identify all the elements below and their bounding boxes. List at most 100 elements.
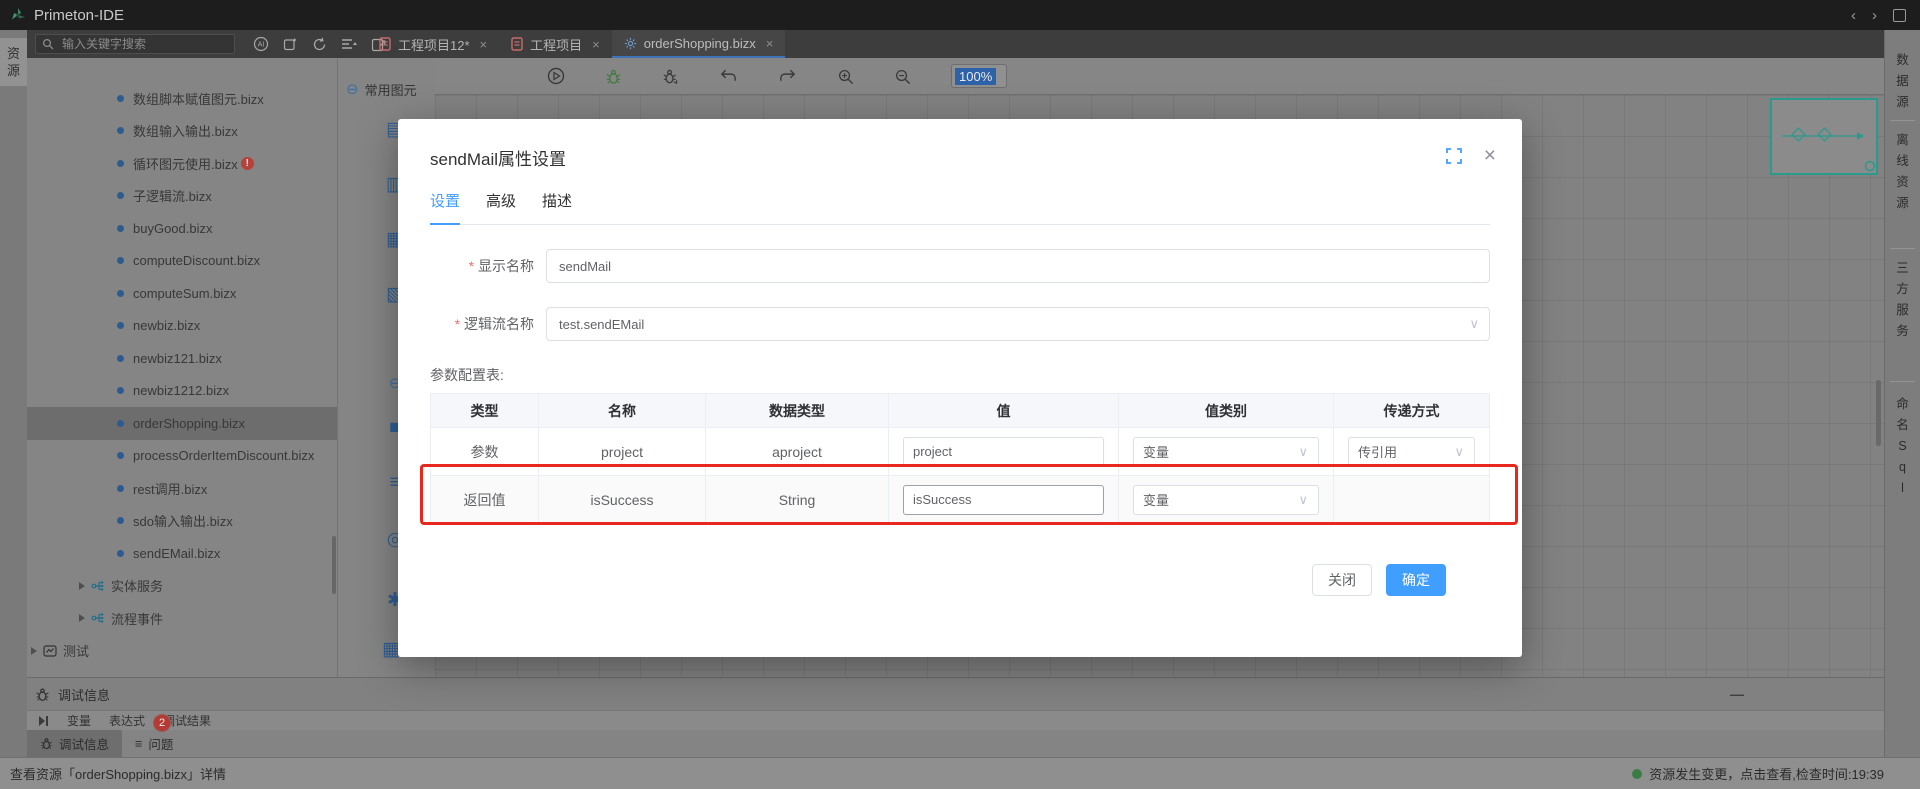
status-right[interactable]: 资源发生变更，点击查看,检查时间:19:39 bbox=[1632, 764, 1884, 783]
display-name-label: 显示名称 bbox=[430, 256, 534, 276]
rail-separator bbox=[1890, 120, 1915, 121]
file-bullet-icon bbox=[117, 127, 124, 134]
status-left-text[interactable]: 查看资源「orderShopping.bizx」详情 bbox=[10, 764, 226, 783]
tree-item[interactable]: computeDiscount.bizx bbox=[27, 245, 337, 278]
debug-sub-tab[interactable]: 表达式 bbox=[109, 712, 145, 729]
resource-changed-dot-icon bbox=[1632, 769, 1642, 779]
logicflow-name-value: test.sendEMail bbox=[559, 317, 644, 332]
tree-item[interactable]: orderShopping.bizx bbox=[27, 407, 337, 440]
file-bullet-icon bbox=[117, 517, 124, 524]
rail-tab-resources[interactable]: 资源 bbox=[0, 38, 27, 86]
col-name: 名称 bbox=[539, 394, 706, 428]
tree-item[interactable]: 测试 bbox=[27, 635, 337, 668]
canvas-minimap[interactable] bbox=[1770, 98, 1878, 175]
tree-item[interactable]: 子逻辑流.bizx bbox=[27, 180, 337, 213]
display-name-input[interactable]: sendMail bbox=[546, 249, 1490, 283]
bottom-tab-debug[interactable]: 调试信息 bbox=[27, 730, 122, 757]
step-play-icon[interactable] bbox=[37, 715, 49, 727]
search-input[interactable] bbox=[60, 36, 214, 52]
redo-icon[interactable] bbox=[778, 68, 797, 84]
tree-item[interactable]: newbiz.bizx bbox=[27, 310, 337, 343]
value-kind-select[interactable]: 变量∨ bbox=[1133, 437, 1319, 467]
file-bullet-icon bbox=[117, 225, 124, 232]
tab-ordershopping[interactable]: orderShopping.bizx × bbox=[612, 30, 786, 58]
tree-item[interactable]: sdo输入输出.bizx bbox=[27, 505, 337, 538]
palette-group-header[interactable]: ⊖ 常用图元 bbox=[346, 80, 417, 99]
collapse-icon[interactable]: ⊖ bbox=[346, 82, 359, 97]
col-passmode: 传递方式 bbox=[1334, 394, 1490, 428]
zoom-out-icon[interactable] bbox=[894, 68, 911, 85]
tree-item[interactable]: 实体服务 bbox=[27, 570, 337, 603]
tree-item[interactable]: computeSum.bizx bbox=[27, 277, 337, 310]
file-bullet-icon bbox=[117, 387, 124, 394]
minimize-icon[interactable]: — bbox=[1730, 686, 1744, 702]
nav-back-icon[interactable]: ‹ bbox=[1851, 7, 1856, 24]
tree-item[interactable]: 数组脚本赋值图元.bizx bbox=[27, 82, 337, 115]
sort-list-icon[interactable] bbox=[341, 37, 357, 51]
tab-project-12[interactable]: 工程项目12* × bbox=[367, 30, 499, 58]
tab-project[interactable]: 工程项目 × bbox=[499, 30, 612, 58]
ai-icon[interactable]: AI bbox=[253, 36, 269, 52]
rail-tab-3[interactable]: 三方服务 bbox=[1885, 258, 1920, 342]
value-input[interactable]: project bbox=[903, 437, 1104, 467]
tree-item[interactable]: 循环图元使用.bizx! bbox=[27, 147, 337, 180]
debug-panel-header[interactable]: 调试信息 — bbox=[27, 677, 1884, 710]
close-icon[interactable]: × bbox=[1484, 145, 1496, 166]
pass-mode-select[interactable]: 传引用∨ bbox=[1348, 437, 1475, 467]
problems-count-badge: 2 bbox=[153, 714, 171, 732]
file-bullet-icon bbox=[117, 257, 124, 264]
value-input[interactable]: isSuccess bbox=[903, 485, 1104, 515]
nav-forward-icon[interactable]: › bbox=[1872, 7, 1877, 24]
fullscreen-icon[interactable] bbox=[1446, 148, 1462, 164]
tree-item[interactable]: sendEMail.bizx bbox=[27, 537, 337, 570]
tree-item[interactable]: newbiz121.bizx bbox=[27, 342, 337, 375]
dialog-title: sendMail属性设置 bbox=[430, 145, 1490, 170]
debug-sub-tab[interactable]: 变量 bbox=[67, 712, 91, 729]
tab-advanced[interactable]: 高级 bbox=[486, 190, 516, 224]
tree-item[interactable]: 数组输入输出.bizx bbox=[27, 115, 337, 148]
tree-item[interactable]: rest调用.bizx bbox=[27, 472, 337, 505]
run-debug-icon[interactable] bbox=[547, 67, 565, 85]
tab-label: 工程项目 bbox=[530, 35, 582, 54]
rail-tab-1[interactable]: 数据源 bbox=[1885, 50, 1920, 113]
step-debug-icon[interactable] bbox=[662, 68, 679, 85]
refresh-icon[interactable] bbox=[312, 37, 327, 52]
tree-scrollbar[interactable] bbox=[332, 536, 336, 594]
rail-tab-2[interactable]: 离线资源 bbox=[1885, 130, 1920, 214]
expand-arrow-icon[interactable] bbox=[79, 614, 85, 622]
close-icon[interactable]: × bbox=[766, 36, 774, 51]
undo-icon[interactable] bbox=[719, 68, 738, 84]
tree-item[interactable]: newbiz1212.bizx bbox=[27, 375, 337, 408]
zoom-in-icon[interactable] bbox=[837, 68, 854, 85]
expand-arrow-icon[interactable] bbox=[31, 647, 37, 655]
close-icon[interactable]: × bbox=[592, 37, 600, 52]
tree-item[interactable]: processOrderItemDiscount.bizx bbox=[27, 440, 337, 473]
value-kind-select[interactable]: 变量∨ bbox=[1133, 485, 1319, 515]
close-button[interactable]: 关闭 bbox=[1312, 564, 1372, 596]
layout-toggle-icon[interactable] bbox=[1893, 9, 1906, 22]
tab-description[interactable]: 描述 bbox=[542, 190, 572, 224]
debug-bug-icon[interactable] bbox=[605, 68, 622, 85]
confirm-button[interactable]: 确定 bbox=[1386, 564, 1446, 596]
expand-arrow-icon[interactable] bbox=[79, 582, 85, 590]
file-bullet-icon bbox=[117, 290, 124, 297]
tab-label: 问题 bbox=[148, 734, 173, 753]
status-right-text: 资源发生变更，点击查看,检查时间:19:39 bbox=[1649, 764, 1884, 783]
file-bullet-icon bbox=[117, 485, 124, 492]
bottom-tab-problems[interactable]: ≡ 问题 bbox=[122, 730, 186, 757]
col-valuekind: 值类别 bbox=[1119, 394, 1334, 428]
debug-bug-icon bbox=[40, 737, 53, 750]
tree-item-label: orderShopping.bizx bbox=[133, 416, 245, 431]
debug-bug-icon bbox=[35, 687, 50, 702]
new-module-icon[interactable] bbox=[283, 37, 298, 52]
tree-item-label: newbiz1212.bizx bbox=[133, 383, 229, 398]
rail-tab-4[interactable]: 命名Sql bbox=[1885, 394, 1920, 499]
search-box[interactable] bbox=[35, 34, 235, 54]
close-icon[interactable]: × bbox=[480, 37, 488, 52]
tree-item[interactable]: buyGood.bizx bbox=[27, 212, 337, 245]
logicflow-name-select[interactable]: test.sendEMail ∨ bbox=[546, 307, 1490, 341]
zoom-level-input[interactable]: 100% bbox=[951, 64, 1007, 88]
tree-item[interactable]: 流程事件 bbox=[27, 602, 337, 635]
canvas-scrollbar[interactable] bbox=[1876, 380, 1881, 446]
tab-settings[interactable]: 设置 bbox=[430, 190, 460, 225]
